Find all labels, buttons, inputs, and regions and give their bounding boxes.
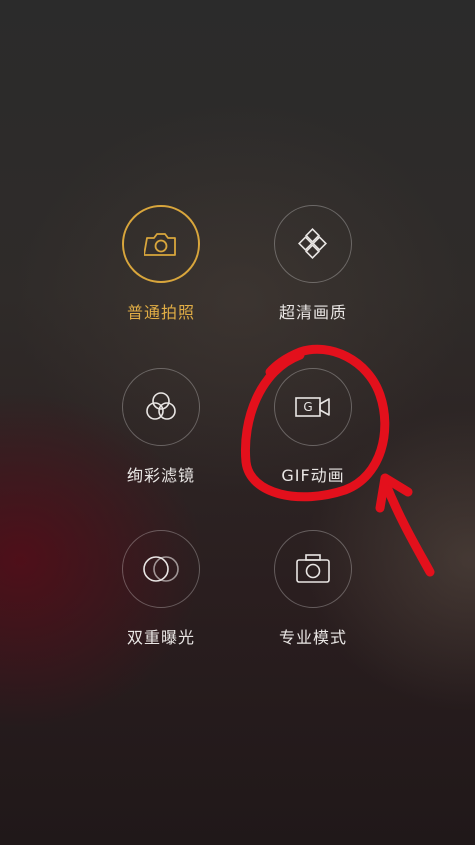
- diamond-grid-icon: [296, 227, 330, 261]
- double-exposure-icon: [141, 554, 181, 584]
- camera-icon: [144, 231, 178, 257]
- mode-color-filter-circle: [122, 368, 200, 446]
- mode-label: 普通拍照: [126, 303, 195, 322]
- mode-normal-photo-circle: [122, 205, 200, 283]
- mode-label: 专业模式: [278, 628, 347, 647]
- mode-normal-photo[interactable]: 普通拍照: [86, 205, 236, 335]
- mode-label: 超清画质: [278, 303, 347, 322]
- color-filter-icon: [143, 390, 179, 424]
- mode-double-exposure-circle: [122, 530, 200, 608]
- mode-super-hd[interactable]: 超清画质: [238, 205, 388, 335]
- mode-label: 绚彩滤镜: [126, 466, 195, 485]
- mode-pro-circle: [274, 530, 352, 608]
- mode-label: 双重曝光: [126, 628, 195, 647]
- gif-video-icon: G: [295, 396, 331, 418]
- mode-pro[interactable]: 专业模式: [238, 530, 388, 660]
- camera-mode-grid: 普通拍照 超清画质 绚彩滤镜 G GIF动画 双重曝光 专业模式: [0, 0, 475, 845]
- mode-color-filter[interactable]: 绚彩滤镜: [86, 368, 236, 498]
- mode-gif-animation-circle: G: [274, 368, 352, 446]
- mode-super-hd-circle: [274, 205, 352, 283]
- mode-gif-animation[interactable]: G GIF动画: [238, 368, 388, 498]
- gif-icon-letter: G: [303, 400, 313, 414]
- mode-label: GIF动画: [281, 466, 345, 485]
- pro-camera-icon: [295, 553, 331, 585]
- mode-double-exposure[interactable]: 双重曝光: [86, 530, 236, 660]
